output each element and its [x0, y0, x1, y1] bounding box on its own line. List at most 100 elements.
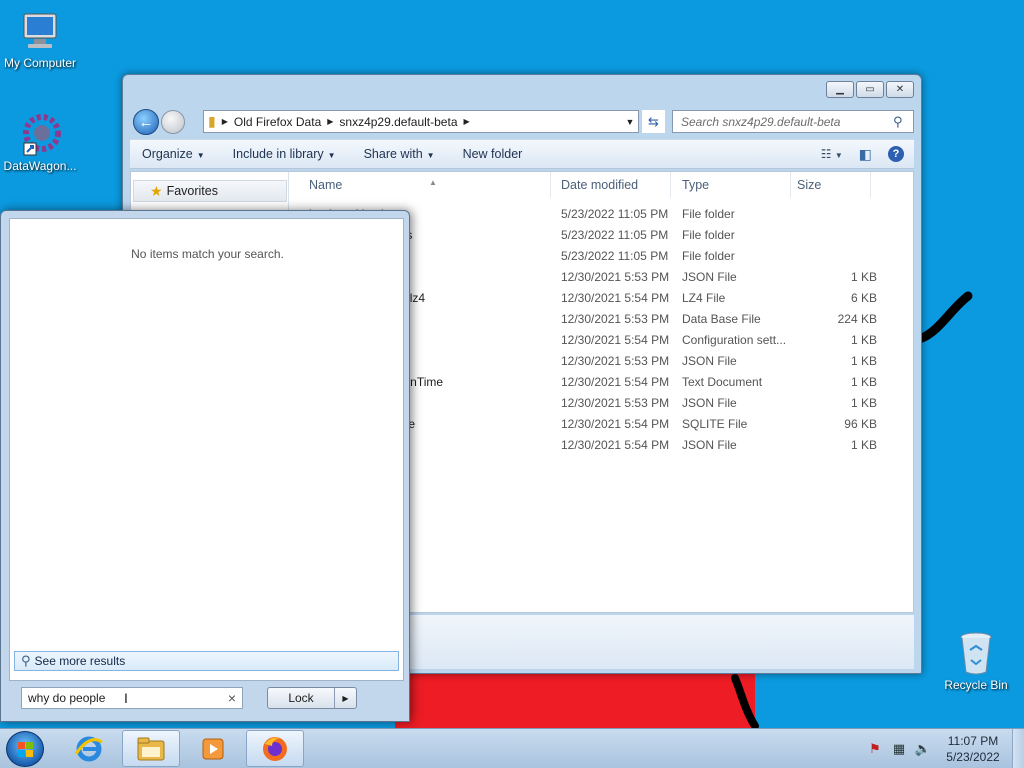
file-list-header: ▲ Name Date modified Type Size — [291, 172, 891, 198]
chevron-right-icon: ▶ — [342, 693, 349, 703]
refresh-icon: ⇆ — [648, 113, 659, 129]
view-options-button[interactable]: ☷ ▼ — [821, 147, 843, 161]
show-desktop-button[interactable] — [1012, 729, 1024, 768]
taskbar-media-player[interactable] — [184, 730, 242, 767]
clock-date: 5/23/2022 — [946, 750, 1000, 764]
date-modified-cell: 12/30/2021 5:54 PM — [561, 437, 670, 452]
arrow-left-icon: ← — [138, 113, 154, 131]
preview-pane-button[interactable]: ◧ — [859, 146, 872, 163]
date-modified-cell: 12/30/2021 5:54 PM — [561, 332, 670, 347]
date-modified-cell: 5/23/2022 11:05 PM — [561, 248, 669, 263]
chevron-down-icon: ▼ — [196, 151, 205, 160]
chevron-right-icon: ▶ — [463, 117, 470, 126]
new-folder-button[interactable]: New folder — [463, 147, 523, 161]
view-controls: ☷ ▼ ◧ ? — [821, 146, 914, 163]
search-results-panel: No items match your search. ⚲ See more r… — [9, 218, 404, 681]
minimize-button[interactable]: ▁ — [826, 81, 854, 98]
clock[interactable]: 11:07 PM 5/23/2022 — [938, 733, 1008, 765]
chevron-right-icon: ▶ — [221, 117, 228, 126]
no-results-message: No items match your search. — [131, 247, 284, 261]
volume-icon[interactable]: 🔈 — [914, 740, 932, 758]
file-type-cell: SQLITE File — [682, 416, 748, 431]
chevron-down-icon: ▼ — [426, 151, 435, 160]
chevron-down-icon: ▼ — [327, 151, 336, 160]
start-menu: No items match your search. ⚲ See more r… — [0, 210, 410, 722]
file-size-cell: 224 KB — [837, 311, 877, 326]
column-date-label: Date modified — [561, 178, 639, 192]
computer-icon — [23, 13, 57, 48]
back-button[interactable]: ← — [133, 109, 159, 135]
date-modified-cell: 12/30/2021 5:53 PM — [561, 395, 670, 410]
close-button[interactable]: ✕ — [886, 81, 914, 98]
system-tray: ⚑ ▦ 🔈 11:07 PM 5/23/2022 — [866, 729, 1024, 768]
window-controls: ▁ ▭ ✕ — [826, 81, 914, 98]
file-size-cell: 1 KB — [850, 374, 877, 389]
network-icon[interactable]: ▦ — [890, 740, 908, 758]
date-modified-cell: 5/23/2022 11:05 PM — [561, 227, 669, 242]
column-name[interactable]: ▲ Name — [291, 172, 551, 198]
desktop-icon-my-computer[interactable]: My Computer — [0, 10, 80, 70]
lock-button[interactable]: Lock — [268, 688, 334, 708]
file-type-cell: JSON File — [682, 437, 737, 452]
see-more-label: See more results — [34, 654, 126, 668]
column-size[interactable]: Size — [791, 172, 871, 198]
file-type-cell: JSON File — [682, 395, 737, 410]
column-date-modified[interactable]: Date modified — [551, 172, 671, 198]
organize-label: Organize — [142, 147, 193, 161]
text-cursor-icon: I — [124, 690, 128, 706]
address-bar[interactable]: ▮ ▶ Old Firefox Data ▶ snxz4p29.default-… — [203, 110, 639, 133]
clock-time: 11:07 PM — [947, 734, 999, 748]
column-type-label: Type — [682, 178, 710, 192]
desktop-icon-label: My Computer — [3, 56, 77, 70]
windows-logo-icon — [18, 742, 33, 757]
file-size-cell: 1 KB — [850, 353, 877, 368]
lock-button-group: Lock ▶ — [267, 687, 357, 709]
file-size-cell: 1 KB — [850, 332, 877, 347]
clear-search-button[interactable]: × — [222, 690, 242, 706]
file-type-cell: File folder — [682, 227, 735, 242]
file-size-cell: 1 KB — [850, 437, 877, 452]
folder-search-input[interactable]: Search snxz4p29.default-beta ⚲ — [672, 110, 914, 133]
taskbar-firefox[interactable] — [246, 730, 304, 767]
desktop-icon-label: Recycle Bin — [944, 678, 1008, 692]
help-icon[interactable]: ? — [888, 146, 904, 162]
desktop-icon-datawagon[interactable]: DataWagon... — [0, 113, 80, 173]
folder-icon — [137, 737, 165, 760]
maximize-button[interactable]: ▭ — [856, 81, 884, 98]
include-in-library-label: Include in library — [232, 147, 324, 161]
forward-button[interactable] — [161, 110, 185, 134]
media-player-icon — [202, 738, 224, 759]
include-in-library-menu[interactable]: Include in library ▼ — [233, 147, 336, 161]
power-options-button[interactable]: ▶ — [334, 688, 356, 708]
start-search-input[interactable]: why do people I × — [21, 687, 243, 709]
breadcrumb-old-firefox-data[interactable]: Old Firefox Data — [230, 115, 325, 129]
file-type-cell: Text Document — [682, 374, 763, 389]
date-modified-cell: 12/30/2021 5:54 PM — [561, 374, 670, 389]
minimize-icon: ▁ — [836, 84, 844, 95]
organize-menu[interactable]: Organize ▼ — [142, 147, 205, 161]
date-modified-cell: 12/30/2021 5:54 PM — [561, 416, 670, 431]
column-type[interactable]: Type — [671, 172, 791, 198]
nav-favorites[interactable]: ★ Favorites — [133, 180, 287, 202]
taskbar-internet-explorer[interactable] — [60, 730, 118, 767]
chevron-down-icon[interactable]: ▼ — [622, 117, 638, 127]
refresh-button[interactable]: ⇆ — [641, 110, 665, 133]
taskbar-explorer[interactable] — [122, 730, 180, 767]
start-button[interactable] — [6, 731, 44, 767]
breadcrumb-profile[interactable]: snxz4p29.default-beta — [335, 115, 461, 129]
command-bar: Organize ▼ Include in library ▼ Share with… — [130, 139, 914, 169]
firefox-icon — [263, 736, 287, 761]
desktop-icon-recycle-bin[interactable]: Recycle Bin — [936, 630, 1016, 692]
search-icon: ⚲ — [893, 113, 903, 129]
file-type-cell: File folder — [682, 206, 735, 221]
close-icon: × — [227, 690, 237, 706]
share-with-menu[interactable]: Share with ▼ — [364, 147, 435, 161]
file-size-cell: 6 KB — [850, 290, 877, 305]
date-modified-cell: 12/30/2021 5:53 PM — [561, 269, 670, 284]
desktop-icon-label: DataWagon... — [3, 159, 77, 173]
action-center-icon[interactable]: ⚑ — [866, 740, 884, 758]
see-more-results-button[interactable]: ⚲ See more results — [14, 651, 399, 671]
file-type-cell: JSON File — [682, 269, 737, 284]
date-modified-cell: 5/23/2022 11:05 PM — [561, 206, 669, 221]
file-size-cell: 1 KB — [850, 395, 877, 410]
